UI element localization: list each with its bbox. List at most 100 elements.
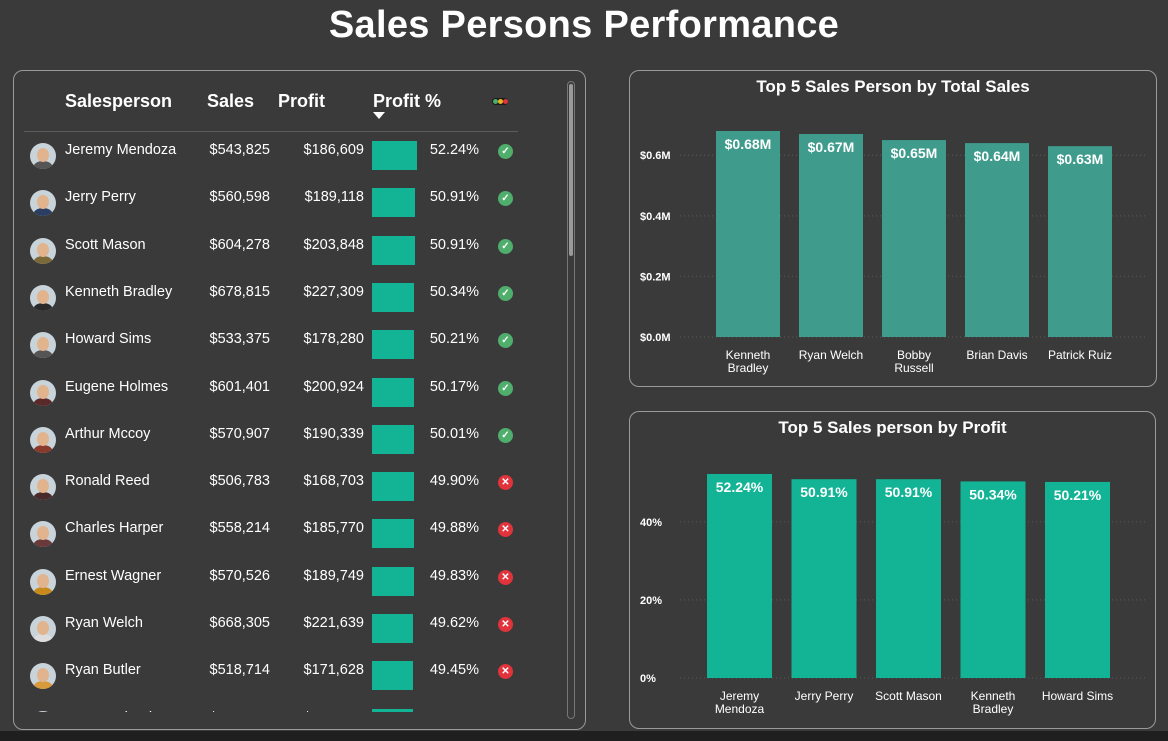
profit-pct-value: 49.62% bbox=[429, 615, 479, 631]
category-label: Kenneth bbox=[971, 689, 1016, 703]
check-circle-icon: ✓ bbox=[498, 380, 513, 396]
profit-pct-value: 49.44% bbox=[430, 710, 479, 712]
data-label: $0.64M bbox=[974, 148, 1021, 164]
category-label: Jeremy bbox=[720, 689, 759, 703]
table-row[interactable]: Ryan Welch $668,305 $221,639 49.62% ✕ bbox=[14, 605, 554, 652]
sales-chart-title: Top 5 Sales Person by Total Sales bbox=[756, 77, 1030, 96]
data-label: 50.91% bbox=[885, 484, 933, 500]
data-label: $0.67M bbox=[808, 139, 855, 155]
salesperson-name: Ernest Wagner bbox=[65, 567, 162, 584]
table-row[interactable]: Ronald Reed $506,783 $168,703 49.90% ✕ bbox=[14, 463, 554, 510]
check-circle-icon: ✓ bbox=[498, 427, 513, 443]
top5-sales-chart: $0.0M $0.2M $0.4M $0.6M $0.68M Kenneth Bradley… bbox=[629, 70, 1157, 387]
sort-descending-icon[interactable] bbox=[373, 112, 385, 119]
profit-pct-bar bbox=[372, 519, 414, 549]
bar bbox=[1048, 146, 1112, 337]
y-tick-label: 20% bbox=[640, 595, 662, 607]
header-sales[interactable]: Sales bbox=[207, 91, 254, 112]
avatar bbox=[30, 379, 56, 406]
profit-pct-bar bbox=[372, 282, 414, 312]
profit-pct-bar bbox=[372, 661, 413, 691]
table-row[interactable]: Ernest Wheeler$602,977$199,48649.44%✕ bbox=[14, 700, 554, 712]
header-profit-pct[interactable]: Profit % bbox=[373, 91, 441, 112]
check-circle-icon: ✓ bbox=[498, 333, 513, 349]
salesperson-name: Arthur Mccoy bbox=[65, 425, 151, 442]
profit-pct-bar bbox=[372, 330, 414, 360]
check-circle-icon: ✓ bbox=[498, 238, 513, 254]
table-row[interactable]: Jeremy Mendoza $543,825 $186,609 52.24% ✓ bbox=[14, 132, 554, 179]
table-row[interactable]: Eugene Holmes $601,401 $200,924 50.17% ✓ bbox=[14, 369, 554, 416]
profit-pct-value: 49.83% bbox=[429, 567, 479, 584]
profit-pct-bar bbox=[372, 614, 413, 643]
table-body: Jeremy Mendoza $543,825 $186,609 52.24% ✓ Jer… bbox=[14, 132, 554, 712]
category-label: Bobby bbox=[897, 348, 931, 362]
sales-value: $570,526 bbox=[209, 567, 270, 584]
category-label: Scott Mason bbox=[875, 689, 942, 703]
bar bbox=[799, 134, 863, 337]
x-circle-icon: ✕ bbox=[498, 522, 513, 538]
y-tick-label: $0.4M bbox=[640, 211, 671, 223]
profit-value: $221,639 bbox=[303, 615, 364, 631]
table-row[interactable]: Howard Sims $533,375 $178,280 50.21% ✓ bbox=[14, 321, 554, 368]
profit-value: $186,609 bbox=[303, 142, 364, 158]
avatar bbox=[30, 426, 56, 453]
table-scrollbar[interactable] bbox=[567, 81, 575, 719]
check-circle-icon: ✓ bbox=[498, 144, 513, 159]
table-row[interactable]: Charles Harper $558,214 $185,770 49.88% ✕ bbox=[14, 510, 554, 557]
bar bbox=[882, 140, 946, 337]
salesperson-name: Jerry Perry bbox=[65, 189, 136, 206]
data-label: 50.91% bbox=[800, 484, 848, 500]
y-tick-label: $0.2M bbox=[640, 271, 671, 283]
avatar bbox=[30, 616, 56, 642]
table-row[interactable]: Arthur Mccoy $570,907 $190,339 50.01% ✓ bbox=[14, 416, 554, 463]
category-label: Kenneth bbox=[726, 348, 771, 362]
x-circle-icon: ✕ bbox=[498, 475, 513, 491]
sales-value: $518,714 bbox=[209, 662, 270, 679]
scrollbar-thumb[interactable] bbox=[569, 84, 573, 256]
profit-value: $171,628 bbox=[303, 662, 364, 679]
profit-pct-bar bbox=[372, 188, 415, 218]
profit-pct-bar bbox=[372, 472, 414, 502]
profit-chart-svg: 0% 20% 40% 52.24% JeremyMendoza 50.91% Jerry P… bbox=[640, 474, 1145, 716]
salesperson-name: Ryan Welch bbox=[65, 615, 143, 631]
avatar bbox=[30, 284, 56, 311]
profit-pct-value: 50.21% bbox=[429, 331, 479, 348]
sales-value: $560,598 bbox=[209, 189, 270, 206]
avatar bbox=[30, 237, 56, 264]
table-row[interactable]: Ryan Butler $518,714 $171,628 49.45% ✕ bbox=[14, 652, 554, 699]
top5-profit-chart: 0% 20% 40% 52.24% Jeremy Mendoza 50.91% Jerry P… bbox=[629, 411, 1156, 729]
table-row[interactable]: Scott Mason $604,278 $203,848 50.91% ✓ bbox=[14, 227, 554, 274]
profit-pct-value: 50.34% bbox=[429, 283, 479, 300]
profit-pct-bar bbox=[372, 566, 414, 596]
data-label: $0.63M bbox=[1057, 151, 1104, 167]
sales-value: $506,783 bbox=[209, 473, 270, 490]
profit-pct-value: 50.17% bbox=[429, 378, 479, 395]
x-circle-icon: ✕ bbox=[498, 617, 513, 632]
category-label: Brian Davis bbox=[966, 348, 1027, 362]
profit-value: $190,339 bbox=[303, 425, 364, 442]
sales-value: $601,401 bbox=[209, 378, 270, 395]
sales-value: $543,825 bbox=[209, 142, 270, 158]
profit-value: $227,309 bbox=[303, 283, 364, 300]
profit-pct-value: 49.90% bbox=[429, 473, 479, 490]
profit-pct-value: 49.88% bbox=[429, 520, 479, 537]
avatar bbox=[30, 710, 56, 712]
bar bbox=[707, 474, 772, 678]
y-tick-label: 40% bbox=[640, 517, 662, 529]
profit-value: $168,703 bbox=[303, 473, 364, 490]
sales-chart-svg: $0.0M $0.2M $0.4M $0.6M $0.68M KennethBradley… bbox=[640, 131, 1145, 375]
table-row[interactable]: Kenneth Bradley $678,815 $227,309 50.34% ✓ bbox=[14, 274, 554, 321]
avatar bbox=[30, 474, 56, 501]
header-salesperson[interactable]: Salesperson bbox=[65, 91, 172, 112]
data-label: 50.34% bbox=[969, 486, 1017, 502]
table-row[interactable]: Ernest Wagner $570,526 $189,749 49.83% ✕ bbox=[14, 558, 554, 605]
check-circle-icon: ✓ bbox=[498, 191, 513, 207]
header-profit[interactable]: Profit bbox=[278, 91, 325, 112]
salesperson-name: Ronald Reed bbox=[65, 473, 150, 490]
profit-value: $200,924 bbox=[303, 378, 364, 395]
table-row[interactable]: Jerry Perry $560,598 $189,118 50.91% ✓ bbox=[14, 179, 554, 226]
salesperson-name: Jeremy Mendoza bbox=[65, 142, 177, 158]
y-tick-label: 0% bbox=[640, 673, 656, 685]
avatar bbox=[30, 190, 56, 217]
category-label: Bradley bbox=[728, 361, 769, 375]
